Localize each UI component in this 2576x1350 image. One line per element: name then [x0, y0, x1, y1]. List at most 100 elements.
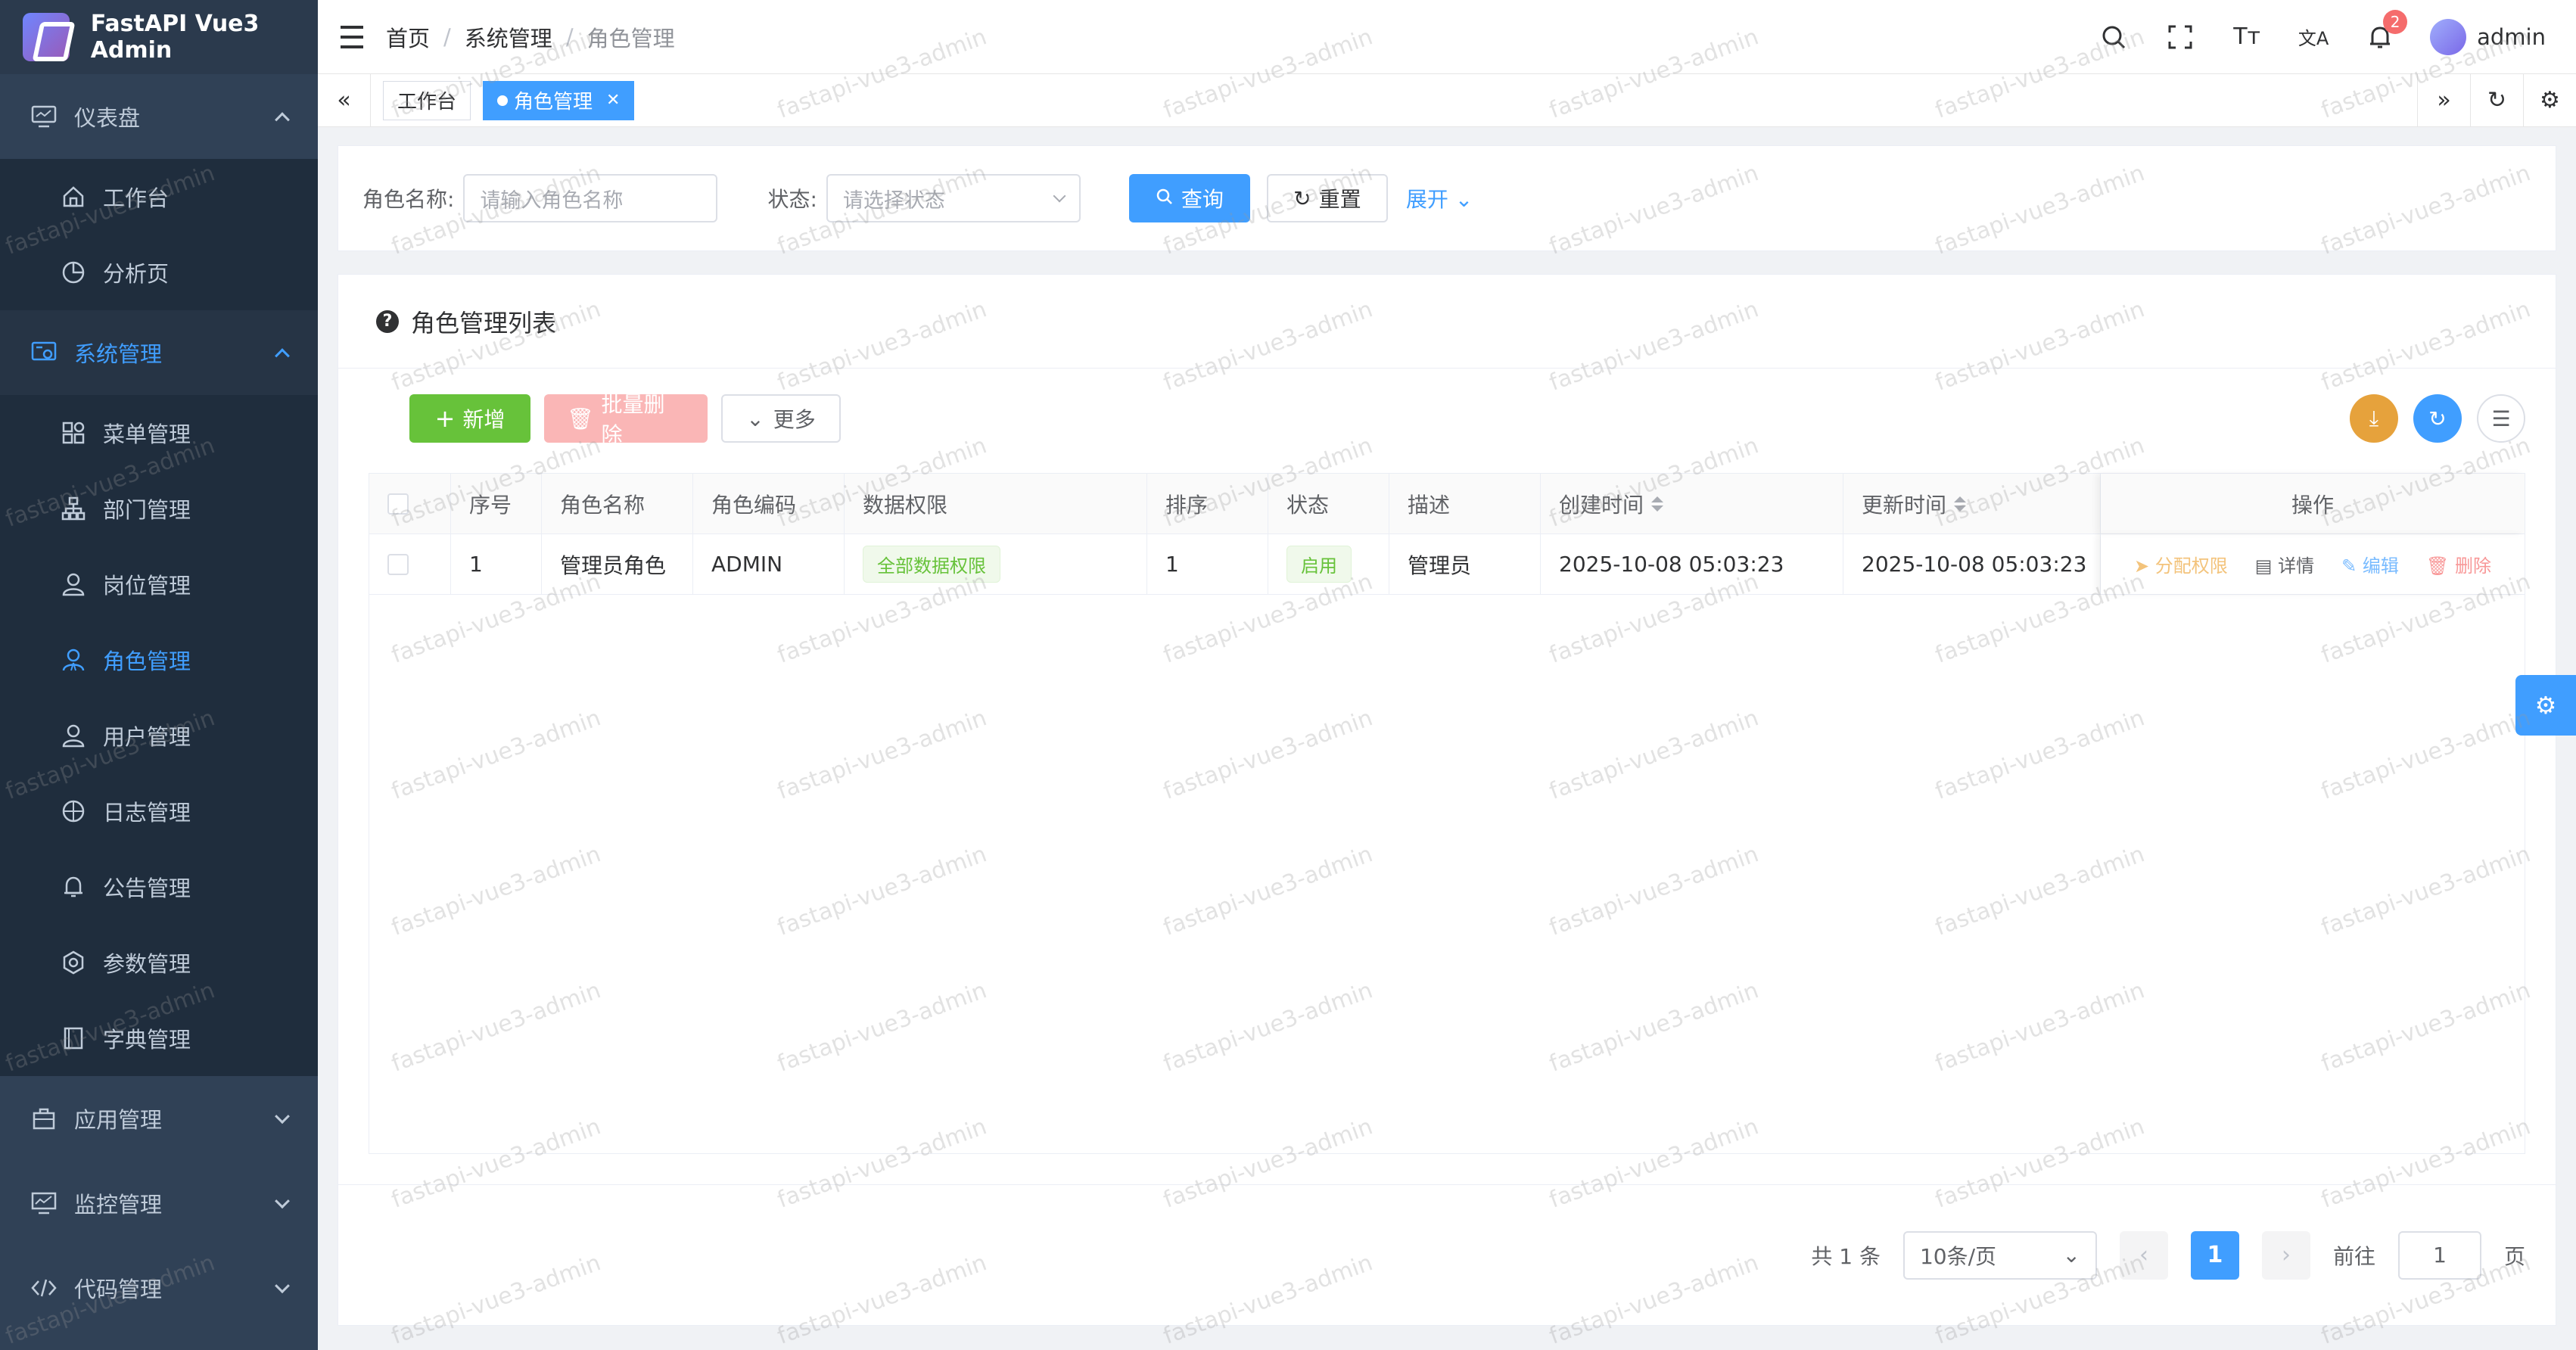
next-page-button[interactable]: ›	[2261, 1230, 2310, 1280]
breadcrumb-home[interactable]: 首页	[386, 21, 430, 53]
assign-label: 分配权限	[2154, 555, 2228, 577]
col-code: 角色编码	[693, 474, 845, 533]
sidebar-item-user[interactable]: 用户管理	[0, 698, 318, 773]
query-button[interactable]: 查询	[1128, 174, 1250, 222]
font-size-icon[interactable]: Tт	[2230, 20, 2263, 54]
detail-button[interactable]: ▤ 详情	[2255, 551, 2314, 577]
delete-button[interactable]: 🗑 删除	[2426, 551, 2491, 577]
user-menu[interactable]: admin	[2430, 18, 2546, 55]
chevron-up-icon	[275, 348, 290, 364]
sidebar-item-label: 公告管理	[103, 876, 191, 901]
scroll-left-icon[interactable]: «	[318, 73, 371, 127]
status-badge: 启用	[1286, 546, 1352, 583]
select-all-checkbox[interactable]	[387, 493, 409, 515]
reset-button[interactable]: ↻ 重置	[1266, 174, 1388, 222]
table-row: 1 管理员角色 ADMIN 全部数据权限 1 启用 管理员 2025-10-08…	[369, 534, 2525, 595]
card-header: ? 角色管理列表	[338, 275, 2556, 369]
sort-icon[interactable]	[1954, 496, 1967, 512]
sidebar-item-menu[interactable]: 菜单管理	[0, 395, 318, 471]
sidebar-item-workbench[interactable]: 工作台	[0, 159, 318, 235]
menu-monitor[interactable]: 监控管理	[0, 1161, 318, 1246]
bell-icon[interactable]: 2	[2363, 9, 2408, 54]
sidebar-item-label: 用户管理	[103, 724, 191, 750]
add-button[interactable]: + 新增	[409, 394, 530, 443]
menu-code[interactable]: 代码管理	[0, 1246, 318, 1330]
fullscreen-icon[interactable]	[2164, 20, 2197, 54]
sidebar-item-label: 角色管理	[103, 649, 191, 674]
settings-drawer-button[interactable]: ⚙	[2515, 675, 2576, 736]
sidebar: FastAPI Vue3 Admin 仪表盘 工作台 分析页 系统管理 菜单管理	[0, 0, 318, 1350]
logo-bar[interactable]: FastAPI Vue3 Admin	[0, 0, 318, 74]
more-button[interactable]: ⌄ 更多	[721, 394, 841, 443]
page-suffix: 页	[2503, 1243, 2525, 1269]
status-select[interactable]: 请选择状态	[826, 174, 1081, 222]
role-name-input[interactable]: 请输入角色名称	[463, 174, 718, 222]
download-icon[interactable]: ⤓	[2350, 394, 2398, 443]
card-title: 角色管理列表	[411, 308, 557, 338]
chevron-down-icon	[275, 1278, 290, 1294]
batch-delete-button[interactable]: 🗑 批量删除	[544, 392, 708, 447]
assign-permission-button[interactable]: ➤ 分配权限	[2134, 551, 2228, 577]
tag-workbench[interactable]: 工作台	[383, 80, 471, 120]
page-button-current[interactable]: 1	[2190, 1230, 2239, 1280]
prev-page-button[interactable]: ‹	[2119, 1230, 2168, 1280]
close-icon[interactable]: ✕	[606, 91, 620, 110]
tags-view: « 工作台 角色管理 ✕ » ↻ ⚙	[318, 73, 2576, 127]
col-status: 状态	[1268, 474, 1389, 533]
code-icon	[30, 1274, 58, 1302]
tag-role-management[interactable]: 角色管理 ✕	[483, 80, 635, 120]
user-icon	[61, 571, 86, 597]
app-title: FastAPI Vue3 Admin	[90, 11, 260, 64]
refresh-icon[interactable]: ↻	[2413, 394, 2462, 443]
breadcrumb-separator: /	[443, 23, 451, 50]
expand-label: 展开	[1405, 187, 1448, 212]
question-icon[interactable]: ?	[376, 310, 399, 333]
menu-dashboard[interactable]: 仪表盘	[0, 74, 318, 159]
row-checkbox[interactable]	[387, 553, 409, 575]
delete-label: 删除	[2454, 555, 2491, 577]
sidebar-item-post[interactable]: 岗位管理	[0, 546, 318, 622]
role-table-card: ? 角色管理列表 + 新增 🗑 批量删除 ⌄ 更多 ⤓ ↻ ☰ 序号 角色名称 …	[338, 274, 2556, 1326]
cell-code: ADMIN	[693, 534, 845, 594]
col-updated[interactable]: 更新时间	[1843, 474, 2101, 533]
gear-icon[interactable]: ⚙	[2523, 73, 2576, 127]
sidebar-item-dept[interactable]: 部门管理	[0, 471, 318, 546]
menu-toggle-icon[interactable]	[341, 25, 363, 48]
edit-icon: ✎	[2341, 555, 2363, 577]
sidebar-item-config[interactable]: 参数管理	[0, 925, 318, 1000]
search-icon[interactable]	[2097, 20, 2130, 54]
sidebar-item-analysis[interactable]: 分析页	[0, 235, 318, 310]
goto-page-input[interactable]: 1	[2397, 1230, 2481, 1280]
menu-app[interactable]: 应用管理	[0, 1076, 318, 1161]
add-label: 新增	[462, 407, 506, 432]
scroll-right-icon[interactable]: »	[2417, 73, 2470, 127]
col-created[interactable]: 创建时间	[1541, 474, 1843, 533]
briefcase-icon	[30, 1105, 58, 1132]
edit-button[interactable]: ✎ 编辑	[2341, 551, 2399, 577]
breadcrumb: 首页 / 系统管理 / 角色管理	[386, 21, 675, 53]
column-settings-icon[interactable]: ☰	[2477, 394, 2525, 443]
header-actions: Tт 文A 2 admin	[2097, 9, 2576, 55]
cell-updated: 2025-10-08 05:03:23	[1843, 534, 2101, 594]
sidebar-item-label: 工作台	[103, 185, 170, 211]
sidebar-item-notice[interactable]: 公告管理	[0, 849, 318, 925]
col-desc: 描述	[1389, 474, 1541, 533]
col-data-scope: 数据权限	[845, 474, 1147, 533]
translate-icon[interactable]: 文A	[2297, 20, 2330, 54]
col-ops: 操作	[2101, 474, 2525, 533]
cell-status: 启用	[1268, 534, 1389, 594]
menu-system[interactable]: 系统管理	[0, 310, 318, 395]
col-name: 角色名称	[542, 474, 693, 533]
breadcrumb-system[interactable]: 系统管理	[465, 21, 552, 53]
goto-label: 前往	[2332, 1243, 2375, 1269]
sidebar-item-role[interactable]: 角色管理	[0, 622, 318, 698]
sidebar-item-log[interactable]: 日志管理	[0, 773, 318, 849]
page-size-select[interactable]: 10条/页 ⌄	[1902, 1230, 2097, 1280]
toolbar-right: ⤓ ↻ ☰	[2350, 394, 2525, 443]
sidebar-item-dict[interactable]: 字典管理	[0, 1000, 318, 1076]
expand-link[interactable]: 展开 ⌄	[1406, 183, 1473, 213]
sort-icon[interactable]	[1651, 496, 1664, 512]
query-label: 查询	[1181, 187, 1224, 212]
refresh-icon[interactable]: ↻	[2470, 73, 2523, 127]
sidebar-item-label: 日志管理	[103, 800, 191, 826]
